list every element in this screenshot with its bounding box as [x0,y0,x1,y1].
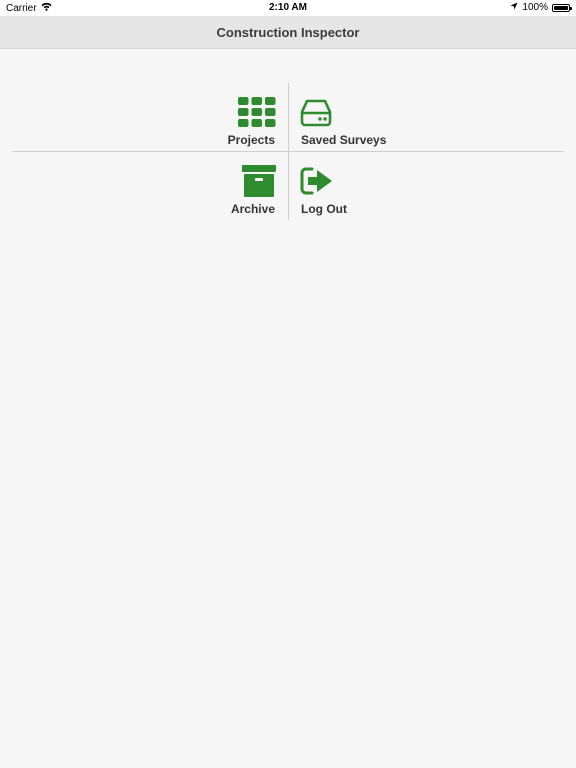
saved-surveys-button[interactable]: Saved Surveys [300,83,420,151]
archive-label: Archive [230,202,275,216]
projects-label: Projects [227,133,275,147]
saved-surveys-label: Saved Surveys [301,133,387,147]
log-out-button[interactable]: Log Out [300,152,420,220]
status-time: 2:10 AM [269,2,307,13]
battery-icon [552,3,572,12]
status-right-group: 100% [510,2,572,13]
archive-box-icon [242,165,276,202]
status-bar: Carrier 2:10 AM 100% [0,0,576,16]
main-menu-grid: Projects Saved Surveys Archive Log Out [0,83,576,220]
archive-button[interactable]: Archive [180,152,276,220]
grid-icon [238,97,276,132]
projects-button[interactable]: Projects [180,83,276,151]
hard-drive-icon [300,99,332,132]
horizontal-divider [12,151,564,152]
sign-out-icon [300,167,334,200]
battery-percentage: 100% [522,2,548,13]
page-title: Construction Inspector [216,24,360,40]
location-arrow-icon [510,2,518,13]
navigation-bar: Construction Inspector [0,16,576,49]
log-out-label: Log Out [301,202,347,216]
